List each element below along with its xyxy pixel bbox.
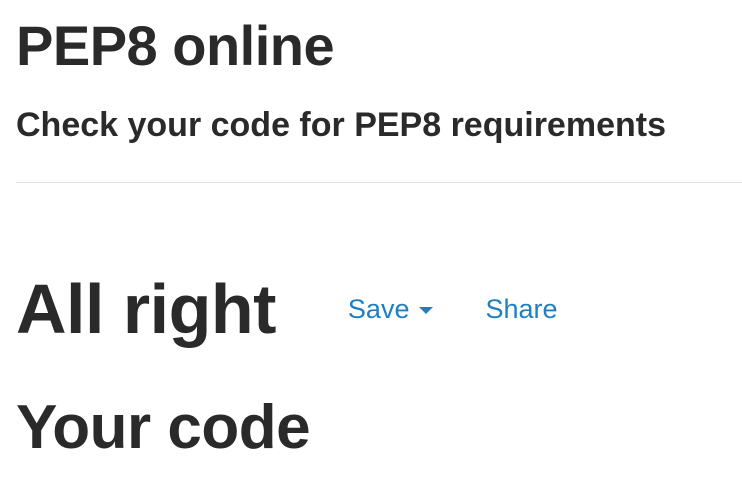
caret-down-icon [419, 306, 434, 314]
page: PEP8 online Check your code for PEP8 req… [0, 0, 742, 482]
code-section-heading: Your code [16, 393, 311, 462]
save-dropdown-button[interactable]: Save [348, 294, 434, 325]
share-link[interactable]: Share [485, 294, 557, 325]
site-title: PEP8 online [16, 14, 335, 77]
result-row: All right Save Share [16, 264, 558, 354]
divider [16, 182, 742, 183]
site-subtitle: Check your code for PEP8 requirements [16, 106, 666, 144]
save-label: Save [347, 293, 410, 324]
result-heading: All right [16, 270, 276, 348]
